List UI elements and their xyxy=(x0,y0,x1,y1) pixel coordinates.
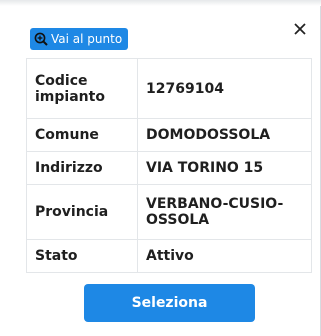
table-row-indirizzo: Indirizzo VIA TORINO 15 xyxy=(26,151,312,185)
row-value: VIA TORINO 15 xyxy=(137,151,312,185)
row-value: 12769104 xyxy=(137,58,312,119)
info-table: Codice impianto 12769104 Comune DOMODOSS… xyxy=(26,58,312,273)
row-label: Indirizzo xyxy=(26,151,138,185)
table-row-provincia: Provincia VERBANO-CUSIO-OSSOLA xyxy=(26,184,312,240)
popup-top-edge xyxy=(0,0,321,6)
goto-point-button[interactable]: Vai al punto xyxy=(30,28,129,50)
close-icon[interactable] xyxy=(292,21,308,37)
zoom-in-icon xyxy=(34,32,48,46)
row-value: DOMODOSSOLA xyxy=(137,118,312,152)
row-label: Comune xyxy=(26,118,138,152)
row-label: Stato xyxy=(26,239,138,273)
plant-info-popup: Vai al punto Codice impianto 12769104 Co… xyxy=(0,0,321,336)
row-label: Provincia xyxy=(26,184,138,240)
table-row-codice-impianto: Codice impianto 12769104 xyxy=(26,58,312,119)
table-row-comune: Comune DOMODOSSOLA xyxy=(26,118,312,152)
table-row-stato: Stato Attivo xyxy=(26,239,312,273)
goto-point-label: Vai al punto xyxy=(51,32,123,46)
row-value: VERBANO-CUSIO-OSSOLA xyxy=(137,184,312,240)
row-label: Codice impianto xyxy=(26,58,138,119)
row-value: Attivo xyxy=(137,239,312,273)
select-button[interactable]: Seleziona xyxy=(84,284,255,322)
